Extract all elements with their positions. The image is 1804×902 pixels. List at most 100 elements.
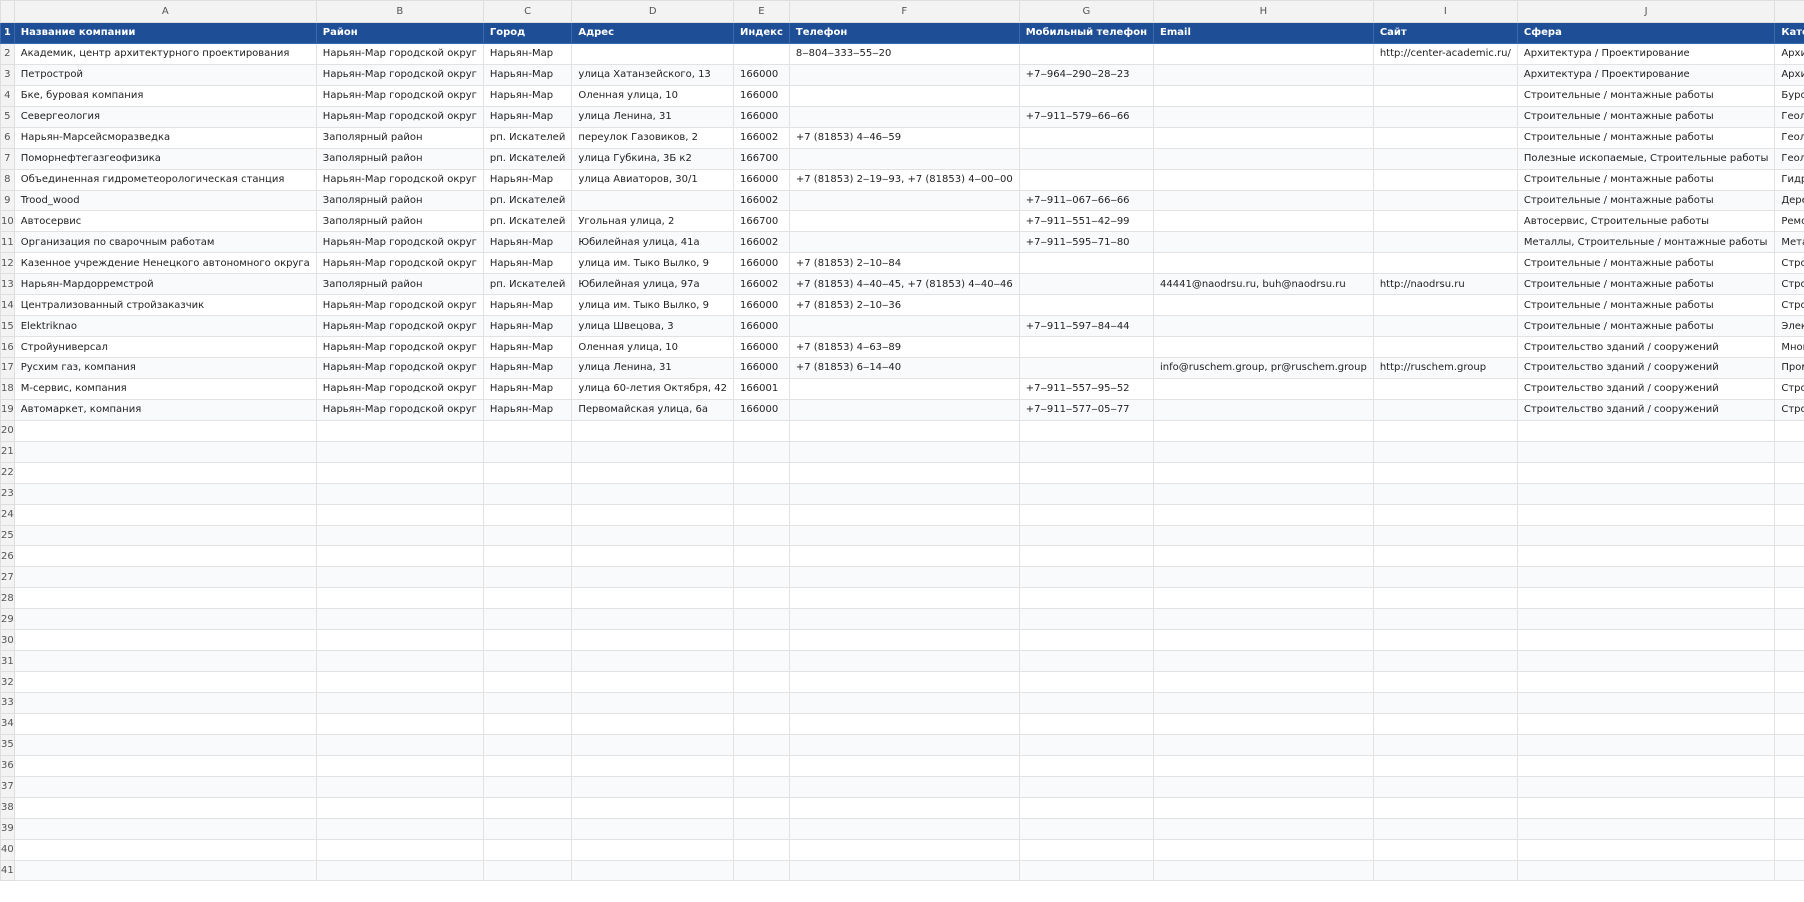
table-cell[interactable] [1018, 754, 1155, 777]
table-cell[interactable] [1774, 754, 1804, 777]
table-cell[interactable] [1153, 168, 1374, 191]
table-cell[interactable] [571, 775, 735, 798]
table-cell[interactable] [13, 775, 317, 798]
table-cell[interactable] [13, 419, 317, 442]
table-cell[interactable]: Строительство дач / коттеджей [1774, 398, 1804, 421]
table-cell[interactable] [315, 524, 484, 547]
table-cell[interactable] [315, 440, 484, 463]
table-cell[interactable] [1774, 796, 1804, 819]
table-cell[interactable] [1516, 796, 1776, 819]
table-cell[interactable]: Архитектурное проектирование [1774, 42, 1804, 65]
table-cell[interactable]: Строительные / монтажные работы [1516, 189, 1776, 212]
table-cell[interactable] [13, 545, 317, 568]
table-cell[interactable]: улица Ленина, 31 [571, 357, 735, 379]
table-cell[interactable]: Полезные ископаемые, Строительные работы [1516, 147, 1776, 170]
table-cell[interactable] [1774, 733, 1804, 756]
table-cell[interactable]: Нарьян-Мар городской округ [315, 63, 484, 86]
table-cell[interactable] [1774, 859, 1804, 882]
table-cell[interactable] [482, 775, 573, 798]
table-cell[interactable] [315, 461, 484, 484]
table-cell[interactable] [571, 817, 735, 840]
table-cell[interactable]: Нарьян-Мар [482, 252, 573, 275]
table-cell[interactable] [13, 461, 317, 484]
table-cell[interactable] [1774, 566, 1804, 589]
table-cell[interactable]: Строительные / монтажные работы [1516, 294, 1776, 317]
table-cell[interactable]: Петрострой [13, 63, 317, 86]
table-cell[interactable]: Гидрогеологические работы [1774, 168, 1804, 191]
table-cell[interactable] [13, 671, 317, 693]
table-cell[interactable] [482, 566, 573, 589]
table-cell[interactable] [788, 398, 1020, 421]
table-cell[interactable]: +7‒911‒557‒95‒52 [1018, 377, 1155, 400]
table-cell[interactable] [1018, 42, 1155, 65]
table-cell[interactable] [482, 440, 573, 463]
table-cell[interactable]: улица им. Тыко Вылко, 9 [571, 252, 735, 275]
table-cell[interactable] [1018, 273, 1155, 296]
table-cell[interactable]: Нарьян-Мар [482, 357, 573, 379]
table-cell[interactable] [1153, 63, 1374, 86]
table-cell[interactable] [571, 671, 735, 693]
table-cell[interactable]: 166000 [733, 168, 790, 191]
row-number[interactable]: 3 [0, 63, 15, 86]
table-cell[interactable] [1018, 775, 1155, 798]
table-cell[interactable] [13, 796, 317, 819]
table-cell[interactable] [13, 733, 317, 756]
table-cell[interactable] [1516, 712, 1776, 735]
table-cell[interactable] [482, 733, 573, 756]
table-cell[interactable]: Геологические работы [1774, 126, 1804, 149]
row-number[interactable]: 22 [0, 461, 15, 484]
table-cell[interactable] [1153, 838, 1374, 861]
table-cell[interactable]: рп. Искателей [482, 189, 573, 212]
table-cell[interactable] [788, 650, 1020, 673]
table-cell[interactable] [571, 796, 735, 819]
table-cell[interactable]: Нарьян-Мардорремстрой [13, 273, 317, 296]
table-cell[interactable]: Строительство зданий / сооружений [1516, 377, 1776, 400]
table-cell[interactable]: Промышленное строительство [1774, 357, 1804, 379]
table-cell[interactable] [733, 817, 790, 840]
table-cell[interactable] [315, 566, 484, 589]
header-cell[interactable]: Город [482, 22, 573, 44]
table-cell[interactable]: Автосервис [13, 210, 317, 233]
table-cell[interactable]: +7 (81853) 2‒19‒93, +7 (81853) 4‒00‒00 [788, 168, 1020, 191]
table-cell[interactable] [733, 712, 790, 735]
table-cell[interactable] [13, 817, 317, 840]
table-cell[interactable] [1372, 838, 1518, 861]
table-cell[interactable] [13, 566, 317, 589]
table-cell[interactable] [1372, 545, 1518, 568]
table-cell[interactable] [315, 482, 484, 505]
header-cell[interactable]: Мобильный телефон [1018, 22, 1155, 44]
table-cell[interactable] [482, 650, 573, 673]
row-number[interactable]: 20 [0, 419, 15, 442]
table-cell[interactable] [788, 733, 1020, 756]
table-cell[interactable] [733, 440, 790, 463]
table-cell[interactable] [1153, 189, 1374, 212]
table-cell[interactable] [733, 629, 790, 652]
table-cell[interactable] [1018, 168, 1155, 191]
table-cell[interactable] [13, 524, 317, 547]
row-number[interactable]: 2 [0, 42, 15, 65]
table-cell[interactable]: Строительные / монтажные работы [1516, 315, 1776, 338]
table-cell[interactable] [1372, 147, 1518, 170]
table-cell[interactable]: Геологические работы [1774, 105, 1804, 128]
table-cell[interactable]: Нарьян-Мар городской округ [315, 315, 484, 338]
table-cell[interactable] [733, 859, 790, 882]
table-cell[interactable]: Нарьян-Мар городской округ [315, 231, 484, 254]
table-cell[interactable] [1018, 524, 1155, 547]
table-cell[interactable]: рп. Искателей [482, 147, 573, 170]
table-cell[interactable] [1153, 294, 1374, 317]
table-cell[interactable] [315, 817, 484, 840]
table-cell[interactable] [1018, 859, 1155, 882]
table-cell[interactable] [788, 147, 1020, 170]
table-cell[interactable]: улица Хатанзейского, 13 [571, 63, 735, 86]
table-cell[interactable] [1516, 775, 1776, 798]
table-cell[interactable] [733, 733, 790, 756]
table-cell[interactable] [1153, 754, 1374, 777]
table-cell[interactable] [733, 692, 790, 714]
row-number[interactable]: 40 [0, 838, 15, 861]
table-cell[interactable]: Многоквартирное строительство [1774, 336, 1804, 358]
table-cell[interactable] [571, 587, 735, 610]
table-cell[interactable]: рп. Искателей [482, 210, 573, 233]
table-cell[interactable]: Деревообработка [1774, 189, 1804, 212]
table-cell[interactable] [482, 838, 573, 861]
table-cell[interactable] [788, 105, 1020, 128]
